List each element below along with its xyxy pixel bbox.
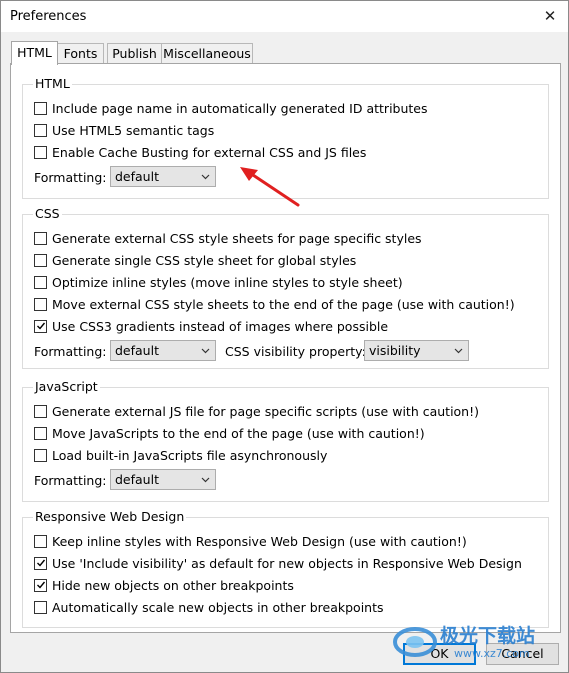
css-formatting-select[interactable]: default (110, 340, 216, 361)
js-option-row[interactable]: Generate external JS file for page speci… (34, 402, 479, 420)
html-option-row[interactable]: Use HTML5 semantic tags (34, 121, 214, 139)
tab-miscellaneous[interactable]: Miscellaneous (161, 43, 253, 63)
checkmark-icon (36, 581, 45, 589)
watermark-swirl-icon (393, 627, 437, 657)
css-option-row[interactable]: Optimize inline styles (move inline styl… (34, 273, 403, 291)
checkmark-icon (36, 322, 45, 330)
rwd-option-row[interactable]: Automatically scale new objects in other… (34, 598, 384, 616)
checkbox[interactable] (34, 275, 47, 289)
watermark-url: www.xz7.com (454, 647, 530, 660)
html-group-label: HTML (33, 76, 72, 91)
html-option-row[interactable]: Include page name in automatically gener… (34, 99, 428, 117)
option-label: Use CSS3 gradients instead of images whe… (52, 318, 389, 334)
title-bar: Preferences ✕ (1, 1, 568, 32)
checkbox-checked[interactable] (34, 578, 47, 592)
rwd-option-row[interactable]: Keep inline styles with Responsive Web D… (34, 532, 467, 550)
option-label: Optimize inline styles (move inline styl… (52, 274, 403, 290)
watermark-title: 极光下载站 (440, 625, 536, 647)
select-value: visibility (369, 343, 421, 358)
js-formatting-select[interactable]: default (110, 469, 216, 490)
chevron-down-icon (201, 477, 210, 483)
checkbox-checked[interactable] (34, 319, 47, 333)
css-option-row[interactable]: Use CSS3 gradients instead of images whe… (34, 317, 388, 335)
formatting-label: Formatting: (34, 473, 107, 488)
select-value: default (115, 343, 159, 358)
js-option-row[interactable]: Move JavaScripts to the end of the page … (34, 424, 425, 442)
chevron-down-icon (201, 174, 210, 180)
checkmark-icon (36, 559, 45, 567)
option-label: Keep inline styles with Responsive Web D… (52, 533, 467, 549)
option-label: Generate single CSS style sheet for glob… (52, 252, 357, 268)
css-option-row[interactable]: Move external CSS style sheets to the en… (34, 295, 515, 313)
option-label: Include page name in automatically gener… (52, 100, 428, 116)
css-group-label: CSS (33, 206, 62, 221)
javascript-group: JavaScript Generate external JS file for… (22, 379, 549, 502)
option-label: Generate external CSS style sheets for p… (52, 230, 422, 246)
tab-html[interactable]: HTML (11, 41, 58, 65)
checkbox-checked[interactable] (34, 556, 47, 570)
tab-panel-html: HTML Include page name in automatically … (10, 63, 561, 633)
preferences-dialog: Preferences ✕ HTML Fonts Publish Miscell… (0, 0, 569, 673)
option-label: Enable Cache Busting for external CSS an… (52, 144, 367, 160)
checkbox[interactable] (34, 297, 47, 311)
checkbox[interactable] (34, 145, 47, 159)
option-label: Use HTML5 semantic tags (52, 122, 215, 138)
option-label: Load built-in JavaScripts file asynchron… (52, 447, 328, 463)
option-label: Generate external JS file for page speci… (52, 403, 479, 419)
checkbox[interactable] (34, 426, 47, 440)
checkbox[interactable] (34, 534, 47, 548)
javascript-group-label: JavaScript (33, 379, 100, 394)
formatting-label: Formatting: (34, 170, 107, 185)
chevron-down-icon (454, 348, 463, 354)
window-title: Preferences (10, 9, 87, 24)
js-option-row[interactable]: Load built-in JavaScripts file asynchron… (34, 446, 327, 464)
annotation-arrow-icon (240, 167, 300, 207)
checkbox[interactable] (34, 231, 47, 245)
option-label: Move external CSS style sheets to the en… (52, 296, 515, 312)
select-value: default (115, 169, 159, 184)
checkbox[interactable] (34, 101, 47, 115)
chevron-down-icon (201, 348, 210, 354)
formatting-label: Formatting: (34, 344, 107, 359)
responsive-web-design-group: Responsive Web Design Keep inline styles… (22, 509, 549, 628)
option-label: Move JavaScripts to the end of the page … (52, 425, 425, 441)
rwd-option-row[interactable]: Hide new objects on other breakpoints (34, 576, 294, 594)
html-option-row[interactable]: Enable Cache Busting for external CSS an… (34, 143, 366, 161)
checkbox[interactable] (34, 600, 47, 614)
css-group: CSS Generate external CSS style sheets f… (22, 206, 549, 369)
tab-fonts[interactable]: Fonts (57, 43, 104, 63)
checkbox[interactable] (34, 404, 47, 418)
select-value: default (115, 472, 159, 487)
watermark-logo: 极光下载站 www.xz7.com (392, 620, 562, 666)
option-label: Hide new objects on other breakpoints (52, 577, 294, 593)
checkbox[interactable] (34, 123, 47, 137)
checkbox[interactable] (34, 253, 47, 267)
option-label: Use 'Include visibility' as default for … (52, 555, 522, 571)
css-visibility-label: CSS visibility property: (225, 344, 366, 359)
css-option-row[interactable]: Generate external CSS style sheets for p… (34, 229, 422, 247)
rwd-option-row[interactable]: Use 'Include visibility' as default for … (34, 554, 522, 572)
css-visibility-select[interactable]: visibility (364, 340, 469, 361)
close-icon[interactable]: ✕ (532, 1, 568, 32)
html-formatting-select[interactable]: default (110, 166, 216, 187)
option-label: Automatically scale new objects in other… (52, 599, 384, 615)
checkbox[interactable] (34, 448, 47, 462)
css-option-row[interactable]: Generate single CSS style sheet for glob… (34, 251, 356, 269)
tab-publish[interactable]: Publish (107, 43, 162, 63)
rwd-group-label: Responsive Web Design (33, 509, 187, 524)
